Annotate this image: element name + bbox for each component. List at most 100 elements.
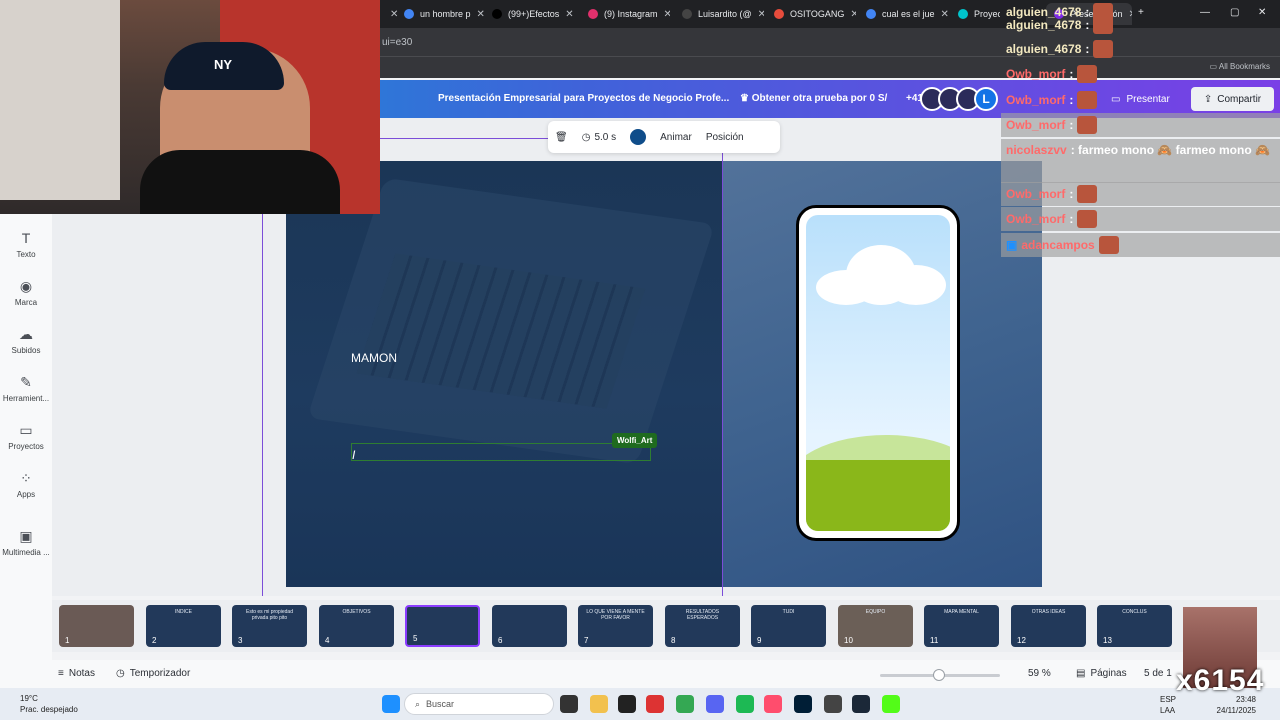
timer-icon: ◷ [116,668,125,679]
spotify-icon[interactable] [736,695,754,713]
tiktok-icon [492,9,502,19]
trial-promo[interactable]: ♛ Obtener otra prueba por 0 S/ [740,93,887,104]
kick-icon[interactable] [882,695,900,713]
discord-icon[interactable] [706,695,724,713]
chat-message: Owb_morf: [1001,88,1280,112]
page-thumbnail[interactable]: EQUIPO 10 [838,605,913,647]
app-icon[interactable] [824,695,842,713]
sidebar-item-media[interactable]: ▣ Multimedia ... [0,528,52,557]
close-icon[interactable]: ✕ [758,9,764,20]
close-icon[interactable]: ✕ [941,9,948,20]
close-icon[interactable]: ✕ [565,9,573,20]
avatar[interactable]: L [974,87,998,111]
close-icon[interactable]: ✕ [850,9,856,20]
app-icon[interactable] [646,695,664,713]
collaborator-avatars[interactable]: L [920,87,998,111]
sidebar-item-tools[interactable]: ✎ Herramient... [0,374,52,403]
chat-message: Owb_morf: [1001,182,1280,206]
x-icon [682,9,692,19]
sidebar-item-text[interactable]: T Texto [0,230,52,259]
emote-icon [1077,210,1098,228]
phone-mockup[interactable] [796,205,960,541]
taskbar-search[interactable]: ⌕ Buscar [404,693,554,715]
task-view-icon[interactable] [560,695,578,713]
page-thumbnail-selected[interactable]: 5 [405,605,480,647]
element-toolbar: 🗑 ◷ 5.0 s Animar Posición [548,121,780,153]
text-cursor: I [352,448,356,462]
language-indicator[interactable]: ESP LAA [1160,694,1176,716]
page-thumbnail[interactable]: LO QUE VIENE A MENTE POR FAVOR 7 [578,605,653,647]
phone-screen [806,215,950,531]
search-icon: ⌕ [415,698,421,709]
sidebar-item-projects[interactable]: ▭ Proyectos [0,422,52,451]
page-thumbnail[interactable]: OBJETIVOS 4 [319,605,394,647]
page-thumbnail[interactable]: RESULTADOS ESPERADOS 8 [665,605,740,647]
brand-icon: ◉ [19,278,33,294]
emote-icon [1077,116,1098,134]
timer-button[interactable]: ◷ Temporizador [116,668,190,679]
page-thumbnail[interactable]: INDICE 2 [146,605,221,647]
animate-button[interactable]: Animar [653,121,699,153]
page-thumbnail[interactable]: TUDI 9 [751,605,826,647]
os-taskbar: 19°C Prac. despejado ⌕ Buscar ESP LAA 23:… [0,688,1280,720]
page-thumbnails: 1 INDICE 2 Esto es mi propiedad privada p… [52,600,1280,652]
browser-tab[interactable]: (99+)Efectos ✕ [484,3,576,25]
windows-start-icon[interactable] [382,695,400,713]
position-button[interactable]: Posición [699,121,751,153]
apps-icon: ⁘ [20,470,32,486]
instagram-icon [588,9,598,19]
photoshop-icon[interactable] [794,695,812,713]
obs-icon[interactable] [618,695,636,713]
pages-button[interactable]: ▤ Páginas [1076,668,1127,679]
page-thumbnail[interactable]: MAPA MENTAL 11 [924,605,999,647]
browser-tab[interactable]: OSITOGANG ✕ [766,3,856,25]
steam-icon[interactable] [852,695,870,713]
sidebar-item-apps[interactable]: ⁘ Apps [0,470,52,499]
browser-tab[interactable]: un hombre p ✕ [396,3,484,25]
document-title[interactable]: Presentación Empresarial para Proyectos … [438,93,729,104]
opera-icon[interactable] [764,695,782,713]
globe-icon [404,9,414,19]
close-icon[interactable]: ✕ [477,9,484,20]
pages-icon: ▤ [1076,668,1086,679]
notes-icon: ≡ [58,668,64,679]
page-thumbnail[interactable]: CONCLUS 13 [1097,605,1172,647]
editor-footer: ≡ Notas ◷ Temporizador 59 % ▤ Páginas 5 de … [0,660,1280,688]
trash-icon: 🗑 [555,131,568,143]
file-explorer-icon[interactable] [590,695,608,713]
canva-icon [958,9,968,19]
guide-line-horizontal [380,138,548,139]
globe-icon [866,9,876,19]
duration-button[interactable]: ◷ 5.0 s [575,121,623,153]
guide-line-vertical [262,214,263,596]
notes-button[interactable]: ≡ Notas [58,668,95,679]
close-icon[interactable]: ✕ [664,9,670,20]
text-icon: T [21,230,31,246]
page-thumbnail[interactable]: 6 [492,605,567,647]
zoom-slider-handle[interactable] [933,669,945,681]
sidebar-item-uploads[interactable]: ☁ Subidos [0,326,52,355]
text-box-editing[interactable] [351,443,651,461]
browser-tab[interactable]: Luisardito (@ ✕ [674,3,764,25]
upload-icon: ☁ [19,326,33,342]
browser-tab[interactable]: (9) Instagram ✕ [580,3,670,25]
slide-canvas[interactable]: MAMON I Wolfi_Art [286,161,1042,587]
chrome-icon[interactable] [676,695,694,713]
sidebar-item-brand[interactable]: ◉ Marca [0,278,52,307]
emote-icon [1093,40,1114,58]
color-picker[interactable] [623,121,653,153]
browser-tab[interactable]: cual es el jue ✕ [858,3,948,25]
delete-button[interactable]: 🗑 [548,121,575,153]
chat-message: ▣ adancampos [1001,233,1280,257]
chat-message: alguien_4678: [1001,13,1280,37]
weather-widget[interactable]: 19°C Prac. despejado [20,693,78,715]
stream-watermark: x6154 [1176,664,1265,697]
browser-tab[interactable]: Proyectos [950,3,1000,25]
streamer-shirt [140,150,340,214]
slide-text[interactable]: MAMON [351,351,397,365]
page-thumbnail[interactable]: Esto es mi propiedad privada pito pito 3 [232,605,307,647]
page-thumbnail[interactable]: 1 [59,605,134,647]
zoom-level[interactable]: 59 % [1028,668,1051,679]
page-thumbnail[interactable]: OTRAS IDEAS 12 [1011,605,1086,647]
chat-message: Owb_morf: [1001,62,1280,86]
